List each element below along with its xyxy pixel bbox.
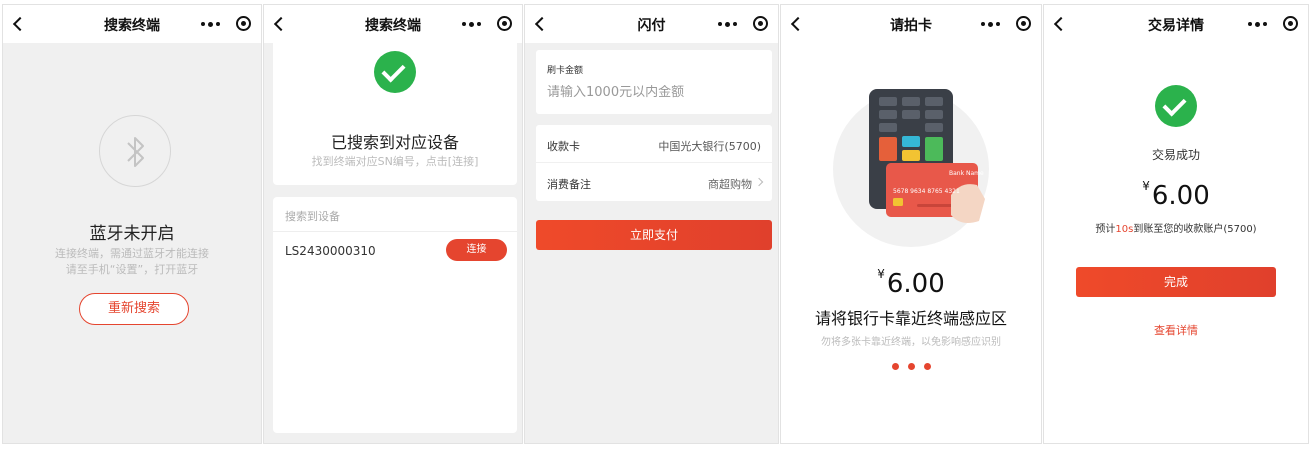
miniprogram-capsule [197, 12, 255, 36]
instruction: 请将银行卡靠近终端感应区 [814, 309, 1007, 328]
device-sn: LS2430000310 [285, 244, 376, 258]
notice-suffix: 到账至您的收款账户(5700) [1133, 224, 1257, 235]
close-target-icon[interactable] [1283, 16, 1298, 31]
nav-bar: 交易详情 [1044, 5, 1308, 43]
result-text: 交易成功 [1151, 148, 1200, 162]
screen-bluetooth-off: 搜索终端 蓝牙未开启 连接终端，需通过蓝牙才能连接 请至手机“设置”，打开蓝牙 … [2, 4, 262, 444]
status-subtitle: 找到终端对应SN编号，点击[连接] [311, 155, 479, 168]
connect-button[interactable]: 连接 [446, 239, 507, 261]
amount: ¥6.00 [1044, 179, 1308, 211]
amount-label: 刷卡金额 [547, 66, 584, 76]
status-title: 已搜索到对应设备 [330, 133, 459, 152]
nav-bar: 搜索终端 [3, 5, 261, 43]
divider [273, 231, 517, 232]
receive-card-row[interactable]: 收款卡 中国光大银行(5700) [536, 125, 772, 163]
terminal-card-illustration: Bank Name 5678 9634 8765 4321 [831, 89, 991, 249]
status-title: 蓝牙未开启 [89, 224, 175, 244]
close-target-icon[interactable] [236, 16, 251, 31]
screen-tap-card: 请拍卡 Bank Name 5678 9634 8765 4321 ¥6.00 [780, 4, 1042, 444]
miniprogram-capsule [1244, 12, 1302, 36]
check-circle-icon [1155, 85, 1197, 127]
chevron-right-icon [754, 177, 764, 187]
arrival-notice: 预计10s到账至您的收款账户(5700) [1044, 220, 1308, 235]
amount-value: 6.00 [886, 269, 945, 299]
amount-card: 刷卡金额 [536, 50, 772, 114]
done-button[interactable]: 完成 [1076, 267, 1276, 297]
row-label: 消费备注 [547, 178, 591, 191]
hint-text: 请至手机“设置”，打开蓝牙 [65, 263, 199, 276]
nav-bar: 搜索终端 [264, 5, 522, 43]
loading-dots [891, 363, 933, 371]
remark-row[interactable]: 消费备注 商超购物 [536, 163, 772, 201]
row-value: 中国光大银行(5700) [658, 140, 761, 153]
currency-symbol: ¥ [877, 267, 885, 281]
research-button[interactable]: 重新搜索 [79, 293, 189, 325]
screen-quick-pay: 闪付 刷卡金额 收款卡 中国光大银行(5700) 消费备注 商超购物 立即支付 [524, 4, 779, 444]
notice-time: 10s [1115, 224, 1134, 235]
nav-bar: 闪付 [525, 5, 778, 43]
device-list: 搜索到设备 LS2430000310 连接 [273, 197, 517, 433]
check-circle-icon [374, 51, 416, 93]
amount: ¥6.00 [781, 267, 1041, 299]
miniprogram-capsule [458, 12, 516, 36]
list-header: 搜索到设备 [285, 210, 340, 223]
notice-prefix: 预计 [1095, 224, 1116, 235]
currency-symbol: ¥ [1142, 179, 1150, 193]
bluetooth-icon [99, 115, 171, 187]
view-detail-link[interactable]: 查看详情 [1044, 322, 1308, 338]
card-bank-name: Bank Name [949, 170, 984, 177]
nav-bar: 请拍卡 [781, 5, 1041, 43]
row-value: 商超购物 [708, 178, 752, 191]
screen-device-found: 已搜索到对应设备 找到终端对应SN编号，点击[连接] 搜索终端 搜索到设备 LS… [263, 4, 523, 444]
pay-now-button[interactable]: 立即支付 [536, 220, 772, 250]
close-target-icon[interactable] [753, 16, 768, 31]
hint-text: 连接终端，需通过蓝牙才能连接 [55, 247, 209, 260]
more-icon[interactable] [981, 21, 1001, 27]
miniprogram-capsule [714, 12, 772, 36]
miniprogram-capsule [977, 12, 1035, 36]
more-icon[interactable] [1248, 21, 1268, 27]
screen-transaction-detail: 交易详情 交易成功 ¥6.00 预计10s到账至您的收款账户(5700) 完成 … [1043, 4, 1309, 444]
amount-value: 6.00 [1151, 181, 1210, 211]
close-target-icon[interactable] [1016, 16, 1031, 31]
more-icon[interactable] [718, 21, 738, 27]
more-icon[interactable] [201, 21, 221, 27]
amount-input[interactable] [547, 85, 757, 100]
info-card: 收款卡 中国光大银行(5700) 消费备注 商超购物 [536, 125, 772, 201]
card-number: 5678 9634 8765 4321 [893, 188, 960, 195]
instruction-sub: 勿将多张卡靠近终端，以免影响感应识别 [821, 337, 1001, 348]
more-icon[interactable] [462, 21, 482, 27]
row-label: 收款卡 [547, 140, 580, 153]
close-target-icon[interactable] [497, 16, 512, 31]
